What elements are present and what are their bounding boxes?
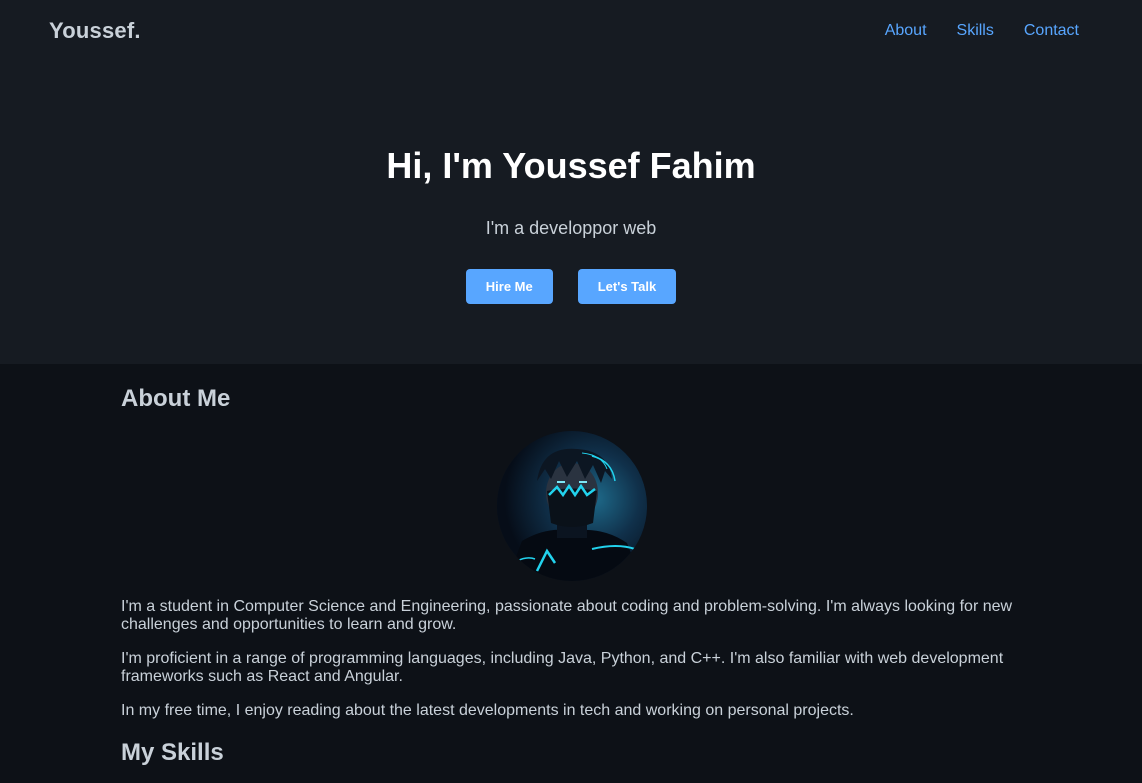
hero-title: Hi, I'm Youssef Fahim xyxy=(386,145,756,186)
about-paragraph-3: In my free time, I enjoy reading about t… xyxy=(121,702,854,719)
about-paragraph-2: I'm proficient in a range of programming… xyxy=(121,650,1004,685)
hero-subtitle: I'm a developpor web xyxy=(485,218,657,238)
lets-talk-button[interactable]: Let's Talk xyxy=(577,269,677,304)
about-title: About Me xyxy=(121,385,231,412)
masked-character-illustration xyxy=(497,431,647,581)
profile-avatar xyxy=(497,431,647,581)
hero-section: Youssef. About Skills Contact Hi, I'm Yo… xyxy=(0,0,1142,364)
hire-me-button[interactable]: Hire Me xyxy=(465,269,553,304)
nav-link-about[interactable]: About xyxy=(885,22,927,40)
nav-link-skills[interactable]: Skills xyxy=(957,22,994,40)
main-nav: About Skills Contact xyxy=(885,22,1079,40)
about-section: About Me I'm a student in Computer Scien… xyxy=(0,364,1142,783)
hero-buttons: Hire Me Let's Talk xyxy=(0,269,1142,304)
nav-link-contact[interactable]: Contact xyxy=(1024,22,1079,40)
site-logo[interactable]: Youssef. xyxy=(49,18,141,44)
about-paragraph-1: I'm a student in Computer Science and En… xyxy=(121,598,1013,633)
skills-title: My Skills xyxy=(121,739,224,766)
page: Youssef. About Skills Contact Hi, I'm Yo… xyxy=(0,0,1142,783)
